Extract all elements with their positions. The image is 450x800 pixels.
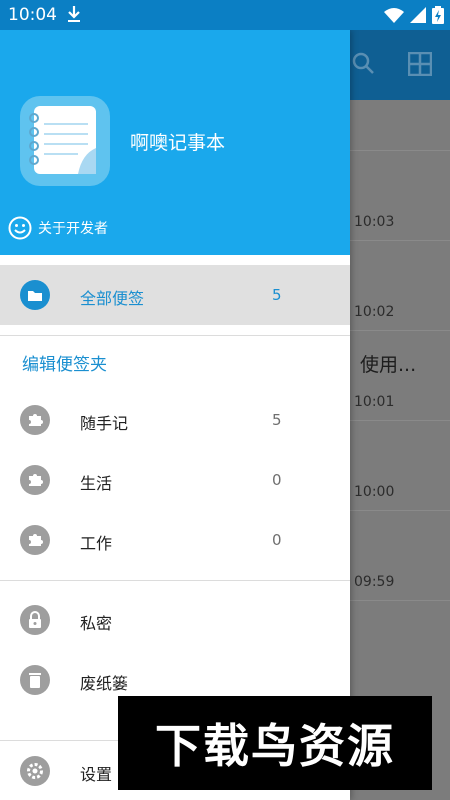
about-developer-label: 关于开发者 xyxy=(38,221,108,237)
app-logo xyxy=(20,96,110,186)
note-time: 10:00 xyxy=(354,484,395,500)
folder-count: 5 xyxy=(272,411,282,429)
watermark: 下载鸟资源 xyxy=(118,696,432,790)
search-icon[interactable] xyxy=(352,52,374,74)
puzzle-icon xyxy=(20,525,50,555)
list-item[interactable]: 10:03 xyxy=(350,150,450,241)
list-item[interactable]: 09:59 xyxy=(350,510,450,601)
about-developer-link[interactable]: 关于开发者 xyxy=(8,216,108,240)
settings-label: 设置 xyxy=(80,765,113,784)
nav-item-folder[interactable]: 工作 0 xyxy=(0,510,350,570)
list-item[interactable]: 10:00 xyxy=(350,420,450,511)
nav-item-all-notes[interactable]: 全部便签 5 xyxy=(0,265,350,325)
list-item[interactable] xyxy=(350,100,450,151)
folder-count: 0 xyxy=(272,531,282,549)
status-bar: 10:04 xyxy=(0,0,450,30)
lock-icon xyxy=(20,605,50,635)
trash-label: 废纸篓 xyxy=(80,674,129,693)
folder-icon xyxy=(20,280,50,310)
edit-folders-link[interactable]: 编辑便签夹 xyxy=(22,350,107,375)
puzzle-icon xyxy=(20,405,50,435)
navigation-drawer: 啊噢记事本 关于开发者 全部便签 5 编辑便签夹 随手记 5 生活 0 工作 0… xyxy=(0,30,350,800)
private-label: 私密 xyxy=(80,614,113,633)
background-toolbar xyxy=(350,30,450,100)
signal-icon xyxy=(410,7,426,23)
download-icon xyxy=(68,6,80,22)
note-time: 10:03 xyxy=(354,214,395,230)
divider xyxy=(0,580,350,581)
note-time: 10:02 xyxy=(354,304,395,320)
battery-icon xyxy=(432,6,444,24)
nav-item-folder[interactable]: 随手记 5 xyxy=(0,390,350,450)
grid-view-icon[interactable] xyxy=(408,52,432,76)
folder-count: 0 xyxy=(272,471,282,489)
status-time: 10:04 xyxy=(8,5,57,25)
puzzle-icon xyxy=(20,465,50,495)
list-item[interactable]: 使用... 10:01 xyxy=(350,330,450,421)
gear-icon xyxy=(20,756,50,786)
folder-label: 随手记 xyxy=(80,414,129,433)
note-snippet: 使用... xyxy=(360,354,417,376)
note-time: 10:01 xyxy=(354,394,395,410)
notebook-icon xyxy=(29,106,96,174)
smiley-icon xyxy=(8,216,32,240)
wifi-icon xyxy=(384,8,404,23)
all-notes-count: 5 xyxy=(272,286,282,304)
background-note-list: 10:03 10:02 使用... 10:01 10:00 09:59 xyxy=(350,30,450,800)
folder-label: 工作 xyxy=(80,534,113,553)
divider xyxy=(0,335,350,336)
drawer-header: 啊噢记事本 关于开发者 xyxy=(0,30,350,255)
app-name: 啊噢记事本 xyxy=(130,132,226,154)
nav-item-private[interactable]: 私密 xyxy=(0,590,350,650)
folder-label: 生活 xyxy=(80,474,113,493)
nav-item-folder[interactable]: 生活 0 xyxy=(0,450,350,510)
list-item[interactable]: 10:02 xyxy=(350,240,450,331)
all-notes-label: 全部便签 xyxy=(80,289,145,308)
trash-icon xyxy=(20,665,50,695)
note-time: 09:59 xyxy=(354,574,395,590)
